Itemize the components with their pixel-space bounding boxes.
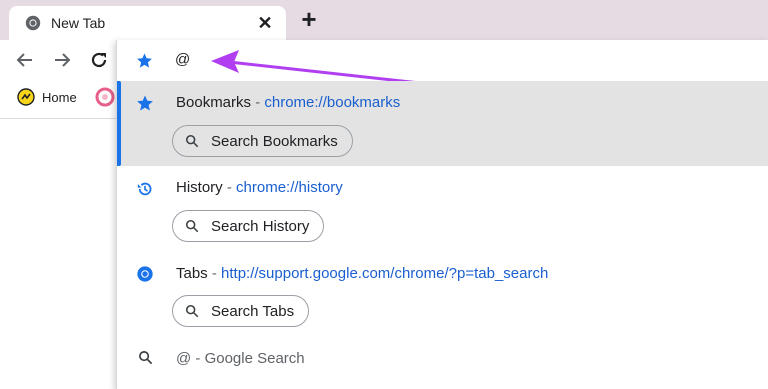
suggestion-bookmarks[interactable]: Bookmarks - chrome://bookmarks Search Bo…	[117, 81, 768, 166]
back-arrow-icon[interactable]	[15, 50, 35, 70]
suggestion-url: chrome://history	[236, 179, 343, 196]
star-icon	[137, 95, 153, 111]
bookmark-item[interactable]	[95, 80, 115, 114]
suggestion-text: Tabs - http://support.google.com/chrome/…	[176, 265, 548, 283]
search-icon	[139, 351, 153, 365]
chip-label: Search Tabs	[211, 302, 295, 320]
chrome-icon	[137, 266, 153, 282]
bookmark-home[interactable]: Home	[17, 80, 77, 114]
suggestion-google-search[interactable]: @ - Google Search	[117, 338, 768, 389]
reload-icon[interactable]	[89, 50, 109, 70]
suggestion-text: Bookmarks - chrome://bookmarks	[176, 94, 400, 112]
bookmark-home-label: Home	[42, 89, 77, 105]
home-bookmark-icon	[17, 88, 35, 106]
history-icon	[137, 182, 152, 196]
suggestion-description: Google Search	[204, 350, 305, 367]
suggestion-text: History - chrome://history	[176, 179, 343, 197]
search-icon	[185, 134, 199, 148]
suggestion-separator: -	[207, 265, 222, 282]
new-tab-button[interactable]: +	[298, 6, 320, 32]
suggestion-url: http://support.google.com/chrome/?p=tab_…	[221, 265, 549, 282]
suggestion-url: chrome://bookmarks	[264, 94, 401, 111]
selection-indicator	[117, 81, 121, 166]
forward-arrow-icon[interactable]	[52, 50, 72, 70]
suggestion-separator: -	[191, 350, 205, 367]
search-history-button[interactable]: Search History	[172, 210, 325, 242]
chip-label: Search History	[211, 217, 310, 235]
close-icon[interactable]: ✕	[256, 14, 274, 32]
suggestion-title: Tabs	[176, 265, 208, 282]
search-bookmarks-button[interactable]: Search Bookmarks	[172, 125, 353, 157]
tab-new-tab[interactable]: New Tab ✕	[9, 6, 286, 40]
suggestion-text: @ - Google Search	[176, 350, 305, 368]
suggestion-history[interactable]: History - chrome://history Search Histor…	[117, 166, 768, 252]
tab-strip: New Tab ✕ +	[0, 0, 768, 40]
suggestion-title: History	[176, 179, 223, 196]
search-icon	[185, 219, 199, 233]
search-tabs-button[interactable]: Search Tabs	[172, 295, 310, 327]
suggestion-tabs[interactable]: Tabs - http://support.google.com/chrome/…	[117, 252, 768, 338]
tab-title: New Tab	[51, 15, 106, 31]
search-icon	[185, 304, 199, 318]
chrome-icon	[25, 15, 41, 31]
suggestion-title: @	[176, 350, 192, 367]
omnibox-popup: Bookmarks - chrome://bookmarks Search Bo…	[116, 40, 768, 389]
suggestion-separator: -	[222, 179, 237, 196]
bookmark-favicon-icon	[95, 87, 115, 107]
suggestion-title: Bookmarks	[176, 94, 252, 111]
suggestion-separator: -	[251, 94, 265, 111]
chip-label: Search Bookmarks	[211, 132, 338, 150]
